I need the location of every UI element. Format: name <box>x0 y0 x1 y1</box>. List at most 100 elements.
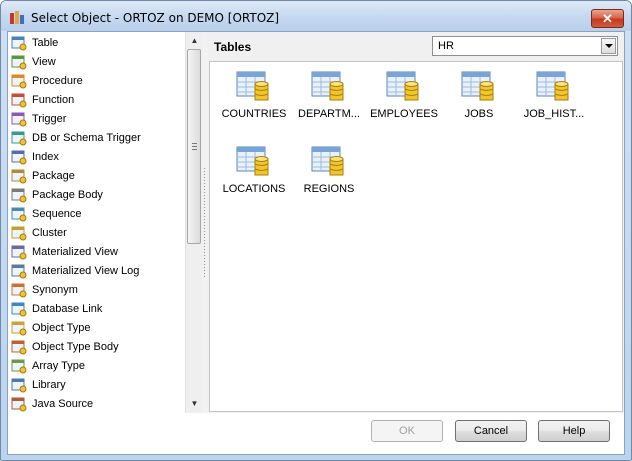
object-type-label: Object Type Body <box>32 340 119 353</box>
table-label: EMPLOYEES <box>370 108 438 120</box>
scroll-down-icon[interactable]: ▼ <box>189 398 200 409</box>
table-label: JOB_HIST... <box>523 108 585 120</box>
view-icon <box>11 55 27 69</box>
object-type-label: Cluster <box>32 226 67 239</box>
java-source-icon <box>11 397 27 411</box>
table-item[interactable]: LOCATIONS <box>214 141 294 211</box>
close-button[interactable]: ✕ <box>591 9 624 28</box>
object-type-item[interactable]: Package <box>8 166 186 185</box>
cancel-button[interactable]: Cancel <box>455 420 527 442</box>
object-type-label: Database Link <box>32 302 103 315</box>
object-type-label: Package <box>32 169 75 182</box>
object-type-body-icon <box>11 340 27 354</box>
table-icon <box>236 146 269 176</box>
object-type-item[interactable]: Library <box>8 375 186 394</box>
object-type-item[interactable]: Index <box>8 147 186 166</box>
table-icon <box>311 146 344 176</box>
scrollbar-thumb[interactable] <box>187 49 201 244</box>
object-type-item[interactable]: Object Type Body <box>8 337 186 356</box>
help-label: Help <box>562 425 586 437</box>
object-type-label: Synonym <box>32 283 78 296</box>
object-type-item[interactable]: Table <box>8 33 186 52</box>
table-item[interactable]: REGIONS <box>289 141 369 211</box>
materialized-view-icon <box>11 245 27 259</box>
chevron-down-icon[interactable] <box>601 38 616 54</box>
object-type-item[interactable]: Database Link <box>8 299 186 318</box>
object-type-item[interactable]: View <box>8 52 186 71</box>
object-type-label: Java Source <box>32 397 94 410</box>
object-type-label: Index <box>32 150 59 163</box>
object-type-label: Function <box>32 93 75 106</box>
object-type-label: Sequence <box>32 207 82 220</box>
table-label: LOCATIONS <box>222 183 286 195</box>
table-label: DEPARTM... <box>298 108 360 120</box>
table-item[interactable]: DEPARTM... <box>289 66 369 136</box>
table-label: JOBS <box>464 108 494 120</box>
materialized-view-log-icon <box>11 264 27 278</box>
object-type-item[interactable]: Array Type <box>8 356 186 375</box>
panel-title: Tables <box>214 40 252 54</box>
title-bar: Select Object - ORTOZ on DEMO [ORTOZ] ✕ <box>1 1 631 31</box>
ok-button[interactable]: OK <box>371 420 443 442</box>
table-icon <box>386 71 419 101</box>
object-type-item[interactable]: DB or Schema Trigger <box>8 128 186 147</box>
object-type-label: Procedure <box>32 74 83 87</box>
object-type-label: Materialized View Log <box>32 264 140 277</box>
dialog-body: Table View Procedure Function Trigger DB or S… <box>7 31 625 455</box>
tables-view: COUNTRIES DEPARTM... EMPLOYEES JOBS JOB_HIST… <box>209 61 623 412</box>
object-type-item[interactable]: Trigger <box>8 109 186 128</box>
package-body-icon <box>11 188 27 202</box>
object-type-item[interactable]: Materialized View Log <box>8 261 186 280</box>
table-icon <box>236 71 269 101</box>
help-button[interactable]: Help <box>538 420 610 442</box>
table-item[interactable]: JOBS <box>439 66 519 136</box>
object-type-item[interactable]: Package Body <box>8 185 186 204</box>
select-object-dialog: Select Object - ORTOZ on DEMO [ORTOZ] ✕ … <box>0 0 632 461</box>
trigger-icon <box>11 112 27 126</box>
index-icon <box>11 150 27 164</box>
table-icon <box>536 71 569 101</box>
array-type-icon <box>11 359 27 373</box>
ok-label: OK <box>399 425 415 437</box>
cancel-label: Cancel <box>473 425 509 437</box>
schema-select[interactable]: HR <box>432 36 618 56</box>
table-icon <box>461 71 494 101</box>
object-type-label: View <box>32 55 56 68</box>
close-icon: ✕ <box>602 10 613 26</box>
table-item[interactable]: EMPLOYEES <box>364 66 444 136</box>
object-list-scrollbar[interactable]: ▲ ▼ <box>185 32 202 413</box>
scroll-up-icon[interactable]: ▲ <box>189 35 200 46</box>
table-label: REGIONS <box>303 183 355 195</box>
object-type-list[interactable]: Table View Procedure Function Trigger DB or S… <box>8 32 202 413</box>
database-link-icon <box>11 302 27 316</box>
object-type-item[interactable]: Sequence <box>8 204 186 223</box>
object-type-label: Table <box>32 36 59 49</box>
object-type-label: Trigger <box>32 112 67 125</box>
table-icon <box>11 36 27 50</box>
function-icon <box>11 93 27 107</box>
object-type-label: Library <box>32 378 66 391</box>
object-type-item[interactable]: Cluster <box>8 223 186 242</box>
table-item[interactable]: COUNTRIES <box>214 66 294 136</box>
object-type-item[interactable]: Object Type <box>8 318 186 337</box>
object-type-label: Array Type <box>32 359 85 372</box>
object-type-label: Object Type <box>32 321 91 334</box>
app-icon <box>10 11 24 24</box>
db-trigger-icon <box>11 131 27 145</box>
object-type-label: Package Body <box>32 188 103 201</box>
table-item[interactable]: JOB_HIST... <box>514 66 594 136</box>
object-type-item[interactable]: Materialized View <box>8 242 186 261</box>
table-icon <box>311 71 344 101</box>
object-type-item[interactable]: Synonym <box>8 280 186 299</box>
package-icon <box>11 169 27 183</box>
cluster-icon <box>11 226 27 240</box>
procedure-icon <box>11 74 27 88</box>
object-type-label: Materialized View <box>32 245 119 258</box>
synonym-icon <box>11 283 27 297</box>
object-type-item[interactable]: Java Source <box>8 394 186 413</box>
object-type-item[interactable]: Procedure <box>8 71 186 90</box>
tables-panel: Tables HR COUNTRIES DEPARTM... EMPLOYEES JO… <box>208 32 624 413</box>
object-type-label: DB or Schema Trigger <box>32 131 141 144</box>
object-type-icon <box>11 321 27 335</box>
object-type-item[interactable]: Function <box>8 90 186 109</box>
